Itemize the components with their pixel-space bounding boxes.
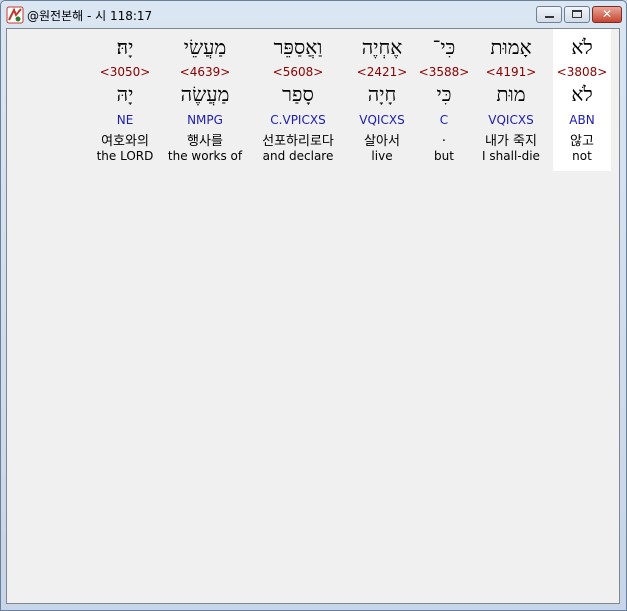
minimize-button[interactable]: [536, 6, 562, 23]
word-column[interactable]: אֶחְיֶה <2421> חָיָה VQICXS 살아서 live: [351, 29, 413, 171]
english-gloss: the works of: [167, 149, 243, 163]
morphology-code: VQICXS: [488, 113, 534, 127]
word-column[interactable]: מַעֲשֵׂי <4639> מַעֲשֶׂה NMPG 행사를 the wo…: [164, 29, 246, 171]
morphology-code: VQICXS: [359, 113, 405, 127]
english-gloss: and declare: [262, 149, 334, 163]
hebrew-word: אָמוּת: [490, 35, 532, 59]
english-gloss: the LORD: [96, 149, 154, 163]
morphology-code: C: [439, 113, 449, 127]
app-window: @원전본해 - 시 118:17 ✕ לֹא <3808> לֹא ABN 않고…: [0, 0, 627, 611]
hebrew-word: וַאֲסַפֵּר: [273, 35, 323, 59]
hebrew-lemma: מוּת: [496, 82, 526, 106]
korean-gloss: .: [441, 130, 447, 145]
hebrew-word: כִּי־: [432, 35, 456, 59]
close-button[interactable]: ✕: [592, 6, 622, 23]
interlinear-panel[interactable]: לֹא <3808> לֹא ABN 않고 not אָמוּת <4191> …: [6, 28, 620, 604]
english-gloss: but: [434, 149, 454, 163]
korean-gloss: 선포하리로다: [262, 134, 334, 149]
word-column[interactable]: יָהּ׃ <3050> יָהּ NE 여호와의 the LORD: [91, 29, 159, 171]
morphology-code: NMPG: [187, 113, 223, 127]
korean-gloss: 행사를: [187, 134, 223, 149]
word-column[interactable]: וַאֲסַפֵּר <5608> סָפַר C.VPICXS 선포하리로다 …: [250, 29, 346, 171]
strong-number[interactable]: <2421>: [351, 65, 413, 79]
maximize-button[interactable]: [564, 6, 590, 23]
hebrew-lemma: לֹא: [571, 82, 593, 106]
hebrew-word: מַעֲשֵׂי: [183, 35, 227, 59]
app-icon: [6, 6, 24, 24]
word-column[interactable]: אָמוּת <4191> מוּת VQICXS 내가 죽지 I shall-…: [476, 29, 546, 171]
english-gloss: not: [572, 149, 592, 163]
korean-gloss: 않고: [570, 134, 594, 149]
minimize-icon: [545, 16, 554, 18]
morphology-code: NE: [116, 113, 134, 127]
hebrew-word: יָהּ׃: [116, 35, 134, 59]
title-bar[interactable]: @원전본해 - 시 118:17 ✕: [1, 1, 626, 28]
hebrew-lemma: יָהּ: [116, 82, 134, 106]
strong-number[interactable]: <3588>: [416, 65, 472, 79]
hebrew-lemma: סָפַר: [282, 82, 314, 106]
window-controls: ✕: [536, 6, 622, 24]
maximize-icon: [572, 10, 582, 18]
window-title: @원전본해 - 시 118:17: [27, 9, 153, 23]
korean-gloss: 살아서: [364, 134, 400, 149]
english-gloss: I shall-die: [482, 149, 540, 163]
word-column[interactable]: לֹא <3808> לֹא ABN 않고 not: [553, 29, 611, 171]
hebrew-word: אֶחְיֶה: [361, 35, 403, 59]
morphology-code: C.VPICXS: [270, 113, 326, 127]
word-column[interactable]: כִּי־ <3588> כִּי C . but: [416, 29, 472, 171]
strong-number[interactable]: <3808>: [553, 65, 611, 79]
strong-number[interactable]: <3050>: [91, 65, 159, 79]
strong-number[interactable]: <5608>: [250, 65, 346, 79]
hebrew-lemma: מַעֲשֶׂה: [180, 82, 230, 106]
hebrew-lemma: כִּי: [436, 82, 452, 106]
morphology-code: ABN: [569, 113, 595, 127]
strong-number[interactable]: <4639>: [164, 65, 246, 79]
korean-gloss: 여호와의: [101, 134, 149, 149]
close-icon: ✕: [601, 7, 613, 21]
english-gloss: live: [371, 149, 393, 163]
strong-number[interactable]: <4191>: [476, 65, 546, 79]
korean-gloss: 내가 죽지: [485, 134, 537, 149]
hebrew-lemma: חָיָה: [367, 82, 397, 106]
hebrew-word: לֹא: [571, 35, 593, 59]
